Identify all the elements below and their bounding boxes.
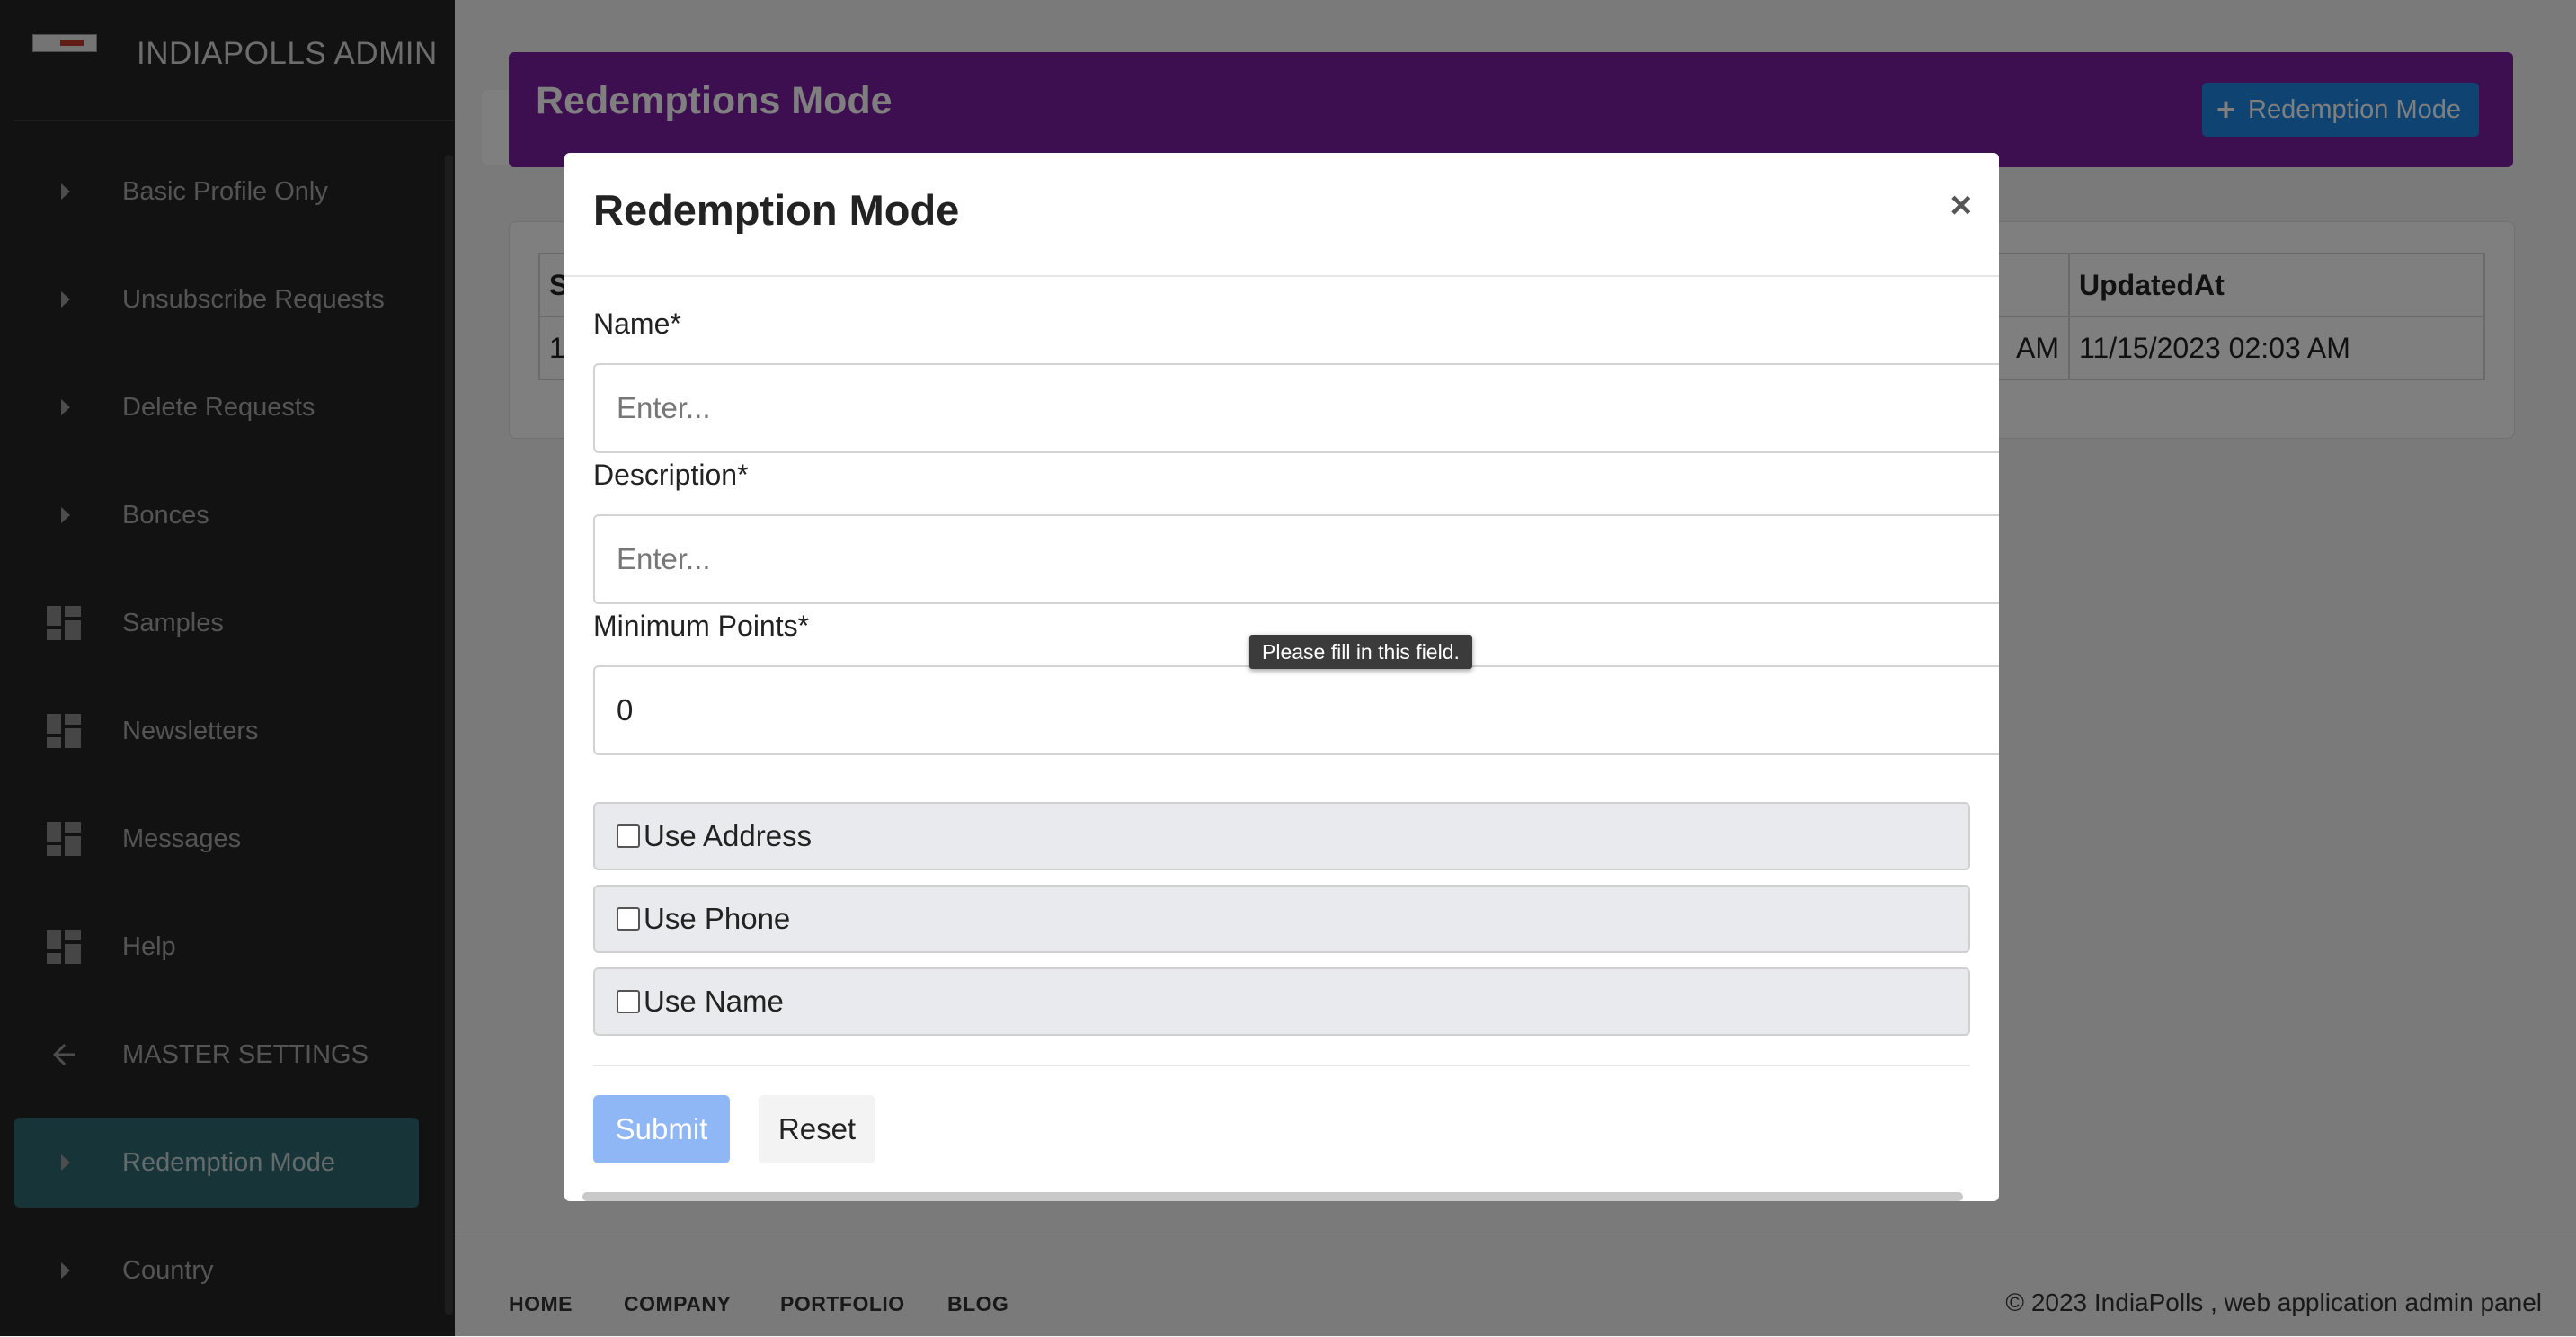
reset-button[interactable]: Reset xyxy=(759,1095,875,1163)
use-address-label: Use Address xyxy=(644,819,813,852)
description-input[interactable]: Enter... xyxy=(593,514,1999,604)
redemption-mode-modal: Redemption Mode × Name* Enter... Descrip… xyxy=(564,153,1999,1201)
divider xyxy=(593,1065,1970,1066)
use-name-checkbox-row[interactable]: Use Name xyxy=(593,967,1970,1036)
use-phone-label: Use Phone xyxy=(644,902,791,935)
description-label: Description* xyxy=(593,459,749,491)
name-placeholder: Enter... xyxy=(617,391,711,424)
use-address-checkbox[interactable] xyxy=(617,824,640,848)
modal-title: Redemption Mode xyxy=(593,186,960,234)
validation-tooltip: Please fill in this field. xyxy=(1249,635,1472,669)
close-icon[interactable]: × xyxy=(1950,183,1972,227)
minimum-points-input[interactable]: 0 xyxy=(593,665,1999,755)
use-address-checkbox-row[interactable]: Use Address xyxy=(593,802,1970,870)
use-phone-checkbox[interactable] xyxy=(617,907,640,931)
modal-header: Redemption Mode × xyxy=(564,153,1999,277)
use-name-label: Use Name xyxy=(644,985,784,1018)
name-label: Name* xyxy=(593,308,681,340)
use-phone-checkbox-row[interactable]: Use Phone xyxy=(593,885,1970,953)
description-placeholder: Enter... xyxy=(617,542,711,575)
modal-horizontal-scrollbar[interactable] xyxy=(582,1192,1963,1201)
minimum-points-value: 0 xyxy=(617,693,634,726)
name-input[interactable]: Enter... xyxy=(593,363,1999,453)
submit-button[interactable]: Submit xyxy=(593,1095,730,1163)
use-name-checkbox[interactable] xyxy=(617,990,640,1013)
minimum-points-label: Minimum Points* xyxy=(593,610,810,642)
